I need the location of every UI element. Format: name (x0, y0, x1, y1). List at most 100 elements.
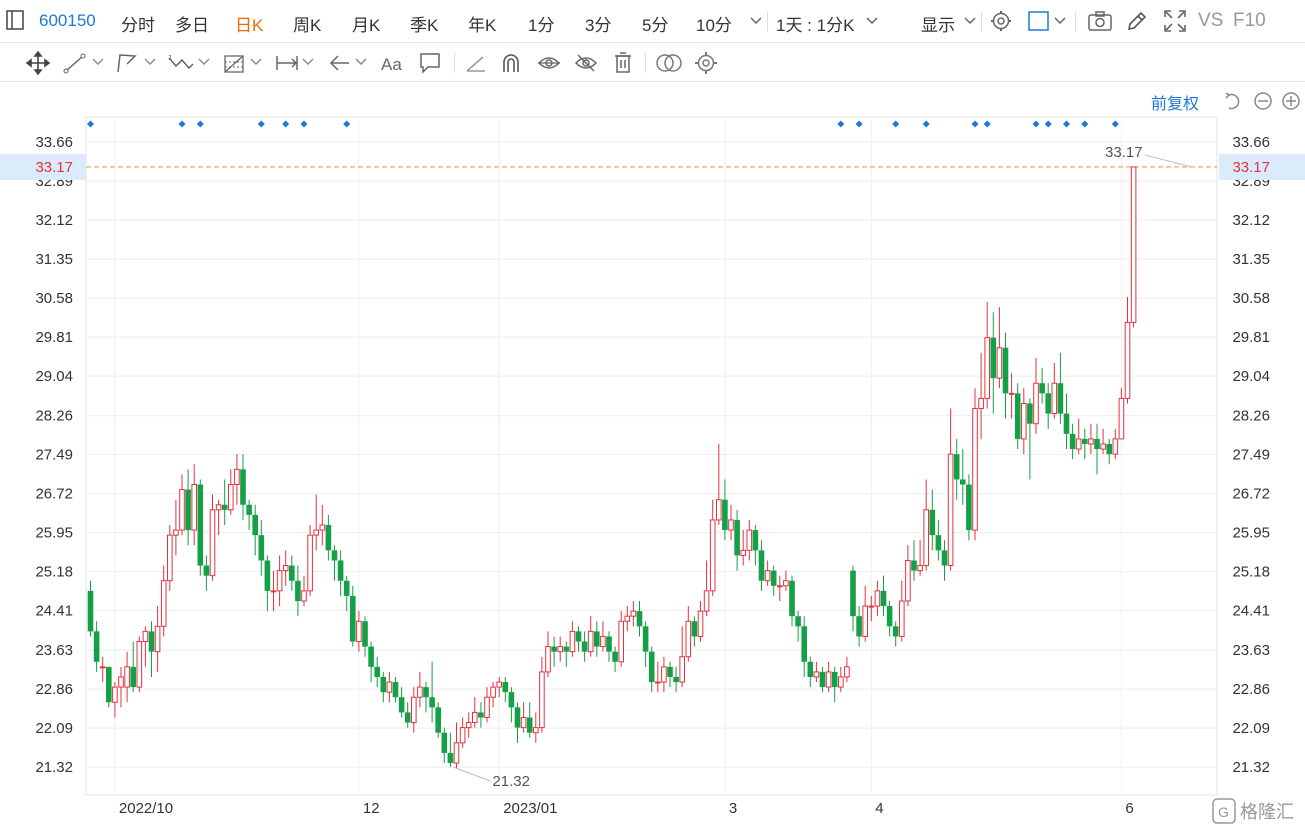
tab-intraday[interactable]: 分时 (121, 11, 155, 36)
y-tick-label-right: 29.04 (1232, 368, 1270, 385)
tab-multi-day[interactable]: 多日 (175, 11, 209, 36)
stock-code[interactable]: 600150 (39, 11, 96, 31)
candle-body (246, 504, 252, 515)
y-tick-label-right: 29.81 (1232, 329, 1270, 346)
fib-icon[interactable] (222, 52, 246, 74)
candle-body (618, 620, 625, 663)
text-icon[interactable]: Aa (380, 51, 406, 75)
chevron-down-icon[interactable] (866, 17, 878, 25)
arrow-icon[interactable] (328, 52, 352, 74)
tab-daily-k[interactable]: 日K (235, 11, 263, 36)
y-tick-label-right: 26.72 (1232, 486, 1270, 503)
candle-body (160, 580, 167, 627)
candle-body (386, 681, 393, 693)
settings-icon[interactable] (694, 51, 718, 75)
sidebar-toggle-icon[interactable] (6, 10, 24, 30)
candle-body (587, 630, 594, 653)
tab-weekly-k[interactable]: 周K (293, 11, 321, 36)
candle-body (764, 570, 771, 582)
y-tick-label-left: 25.95 (35, 525, 73, 542)
candle-body (362, 621, 368, 647)
event-marker (87, 120, 94, 128)
chevron-down-icon[interactable] (198, 58, 210, 66)
eye-icon[interactable] (537, 52, 561, 74)
x-tick-label: 6 (1125, 800, 1133, 817)
event-marker (1111, 120, 1119, 128)
candle-body (990, 337, 997, 379)
tab-3min[interactable]: 3分 (585, 11, 611, 36)
ruler-icon[interactable] (465, 52, 487, 74)
candle-body (819, 671, 826, 688)
fullscreen-icon[interactable] (1164, 10, 1186, 32)
y-tick-label-left: 25.18 (35, 564, 73, 581)
candle-body (459, 727, 466, 744)
candle-body (642, 626, 649, 652)
color-box-icon[interactable] (1028, 11, 1050, 31)
candle-body (417, 686, 423, 698)
candle-body (490, 686, 496, 698)
f10-button[interactable]: F10 (1233, 10, 1266, 32)
tab-5min[interactable]: 5分 (642, 11, 668, 36)
tab-quarterly-k[interactable]: 季K (410, 11, 438, 36)
candle-body (87, 590, 94, 632)
magnet-icon[interactable] (500, 51, 522, 75)
chevron-down-icon[interactable] (1054, 17, 1066, 25)
watermark: G 格隆汇 (1212, 798, 1294, 824)
polyline-icon[interactable] (115, 52, 139, 74)
tab-monthly-k[interactable]: 月K (352, 11, 380, 36)
x-tick-label: 3 (729, 800, 737, 817)
hide-icon[interactable] (574, 51, 598, 75)
camera-icon[interactable] (1088, 11, 1112, 31)
candle-body (960, 479, 966, 485)
y-tick-label-right: 25.95 (1232, 525, 1270, 542)
y-tick-label-right: 32.12 (1232, 212, 1270, 229)
candle-body (148, 631, 155, 652)
candle-body (252, 514, 258, 536)
settings-icon[interactable] (990, 10, 1012, 32)
candle-body (520, 716, 527, 729)
min-annotation: 21.32 (492, 773, 530, 790)
y-tick-label-left: 23.63 (35, 642, 73, 659)
candle-body (411, 696, 417, 724)
candle-body (1051, 382, 1058, 415)
candle-body (813, 671, 820, 678)
trash-icon[interactable] (613, 51, 633, 75)
chevron-down-icon[interactable] (964, 17, 976, 25)
interval-select[interactable]: 1天 : 1分K (776, 11, 854, 36)
display-menu[interactable]: 显示 (921, 11, 955, 36)
chevron-down-icon[interactable] (750, 17, 762, 25)
svg-text:G: G (1218, 804, 1229, 820)
tab-yearly-k[interactable]: 年K (468, 11, 496, 36)
candle-body (1014, 393, 1021, 439)
chevron-down-icon[interactable] (92, 58, 104, 66)
tab-10min[interactable]: 10分 (696, 11, 732, 36)
candle-body (703, 590, 710, 612)
chevron-down-icon[interactable] (250, 58, 262, 66)
vs-button[interactable]: VS (1198, 10, 1223, 32)
pencil-icon[interactable] (1126, 10, 1148, 32)
candle-body (447, 752, 454, 764)
candle-body (728, 519, 734, 531)
comment-icon[interactable] (419, 52, 441, 74)
y-tick-label-right: 22.09 (1232, 720, 1270, 737)
candle-body (228, 484, 234, 511)
candlestick-chart[interactable]: 33.66 33.6632.89 32.8932.12 32.1231.35 31.35… (0, 82, 1305, 832)
compare-icon[interactable] (655, 52, 683, 74)
candle-body (606, 636, 612, 652)
y-tick-label-right: 30.58 (1232, 290, 1270, 307)
candle-body (716, 499, 722, 521)
candle-body (398, 697, 405, 713)
chevron-down-icon[interactable] (302, 58, 314, 66)
wave-icon[interactable]: 1 (167, 52, 195, 74)
candle-body (502, 682, 509, 693)
y-tick-label-left: 28.26 (35, 408, 73, 425)
candle-body (1106, 443, 1112, 455)
move-icon[interactable] (26, 51, 50, 75)
line-icon[interactable] (63, 52, 87, 74)
chevron-down-icon[interactable] (355, 58, 367, 66)
tab-1min[interactable]: 1分 (528, 11, 554, 36)
candle-body (624, 615, 631, 622)
range-icon[interactable] (274, 52, 300, 74)
candle-body (441, 732, 448, 753)
chevron-down-icon[interactable] (144, 58, 156, 66)
